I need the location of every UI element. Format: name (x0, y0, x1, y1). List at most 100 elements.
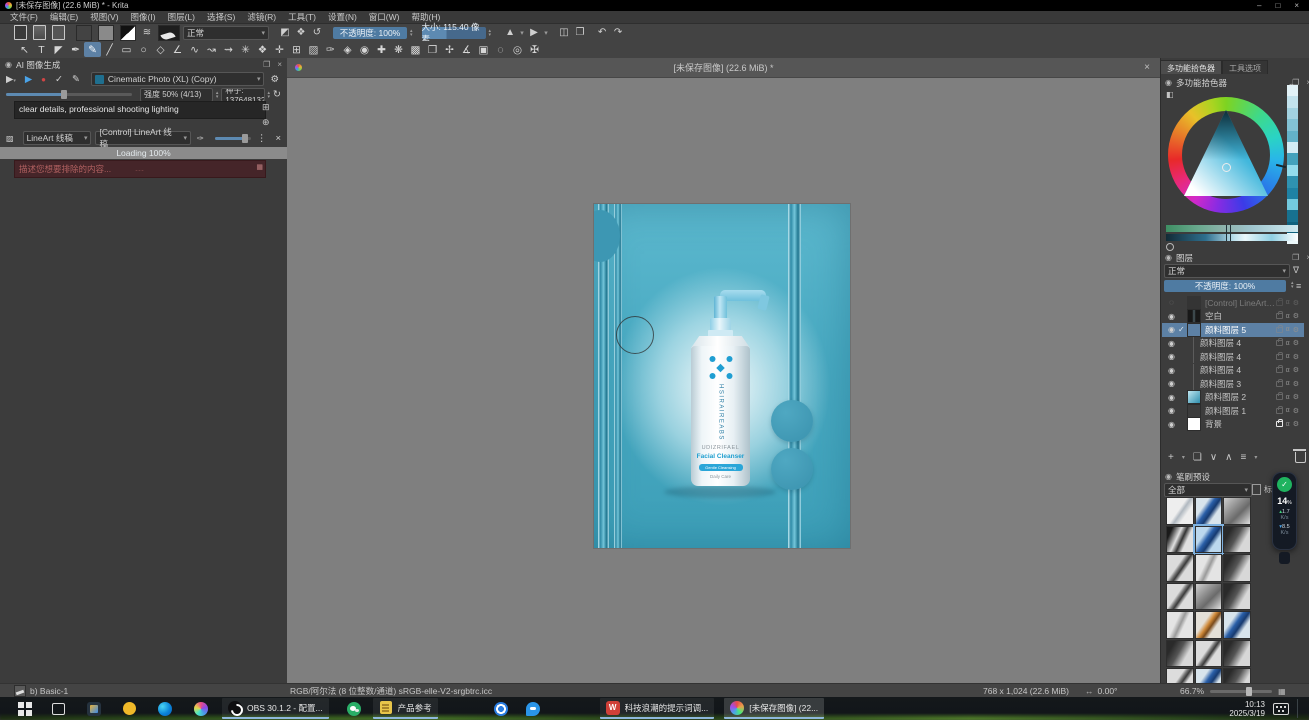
layer-row[interactable]: ◉ 空白 α ⚙ (1162, 310, 1304, 324)
brush-preset-cell[interactable] (1195, 554, 1223, 582)
inherit-alpha-icon[interactable]: α (1286, 421, 1290, 428)
toolbox-tool[interactable]: ❖ (254, 42, 271, 57)
layer-properties-gear-icon[interactable]: ⚙ (1293, 407, 1299, 415)
shade-swatch[interactable] (1287, 119, 1298, 130)
delete-layer-button[interactable] (1295, 452, 1306, 463)
tab-tool-options[interactable]: 工具选项 (1222, 60, 1268, 74)
menu-item[interactable]: 文件(F) (4, 11, 44, 23)
record-button[interactable]: ● (41, 75, 46, 84)
gradient-swatch[interactable] (76, 25, 92, 41)
lock-icon[interactable] (1276, 340, 1283, 346)
menu-item[interactable]: 滤镜(R) (241, 11, 282, 23)
reload-preset-icon[interactable]: ↺ (309, 27, 325, 38)
shade-swatch[interactable] (1287, 176, 1298, 187)
layer-thumbnail[interactable] (1187, 417, 1201, 431)
layer-properties-button[interactable]: ≡ (1240, 452, 1246, 463)
taskbar-item[interactable]: 科技浪潮的提示词调... (600, 698, 715, 719)
toolbox-tool[interactable]: ◎ (509, 42, 526, 57)
toolbox-tool[interactable]: ✠ (526, 42, 543, 57)
control-layer-select[interactable]: [Control] LineArt 线稿▾ (95, 131, 191, 145)
toolbox-tool[interactable]: ◈ (339, 42, 356, 57)
layer-name[interactable]: 颜料图层 4 (1200, 351, 1276, 363)
lock-icon[interactable] (1276, 381, 1283, 387)
toolbox-tool[interactable]: ◌ (492, 42, 509, 57)
toolbox-tool[interactable]: ✛ (271, 42, 288, 57)
menu-item[interactable]: 选择(S) (201, 11, 241, 23)
brush-preset-cell[interactable] (1195, 640, 1223, 668)
toolbox-tool[interactable]: ✑ (322, 42, 339, 57)
brush-preset-cell[interactable] (1195, 668, 1223, 683)
shade-column[interactable] (1287, 85, 1298, 244)
undo-icon[interactable]: ↶ (594, 27, 610, 38)
lock-icon[interactable] (1276, 313, 1283, 319)
taskbar-item[interactable] (119, 699, 140, 718)
wraparound-mode-icon[interactable]: ◫ (556, 27, 572, 38)
gradient-edit-icon[interactable]: ≋ (139, 27, 155, 38)
lock-icon[interactable] (1276, 394, 1283, 400)
add-layer-button[interactable]: + (1168, 452, 1174, 463)
inherit-alpha-icon[interactable]: α (1286, 353, 1290, 360)
layer-visibility-icon[interactable]: ◌ (1165, 298, 1178, 307)
brush-preset-cell[interactable] (1166, 583, 1194, 611)
prompt-input[interactable]: clear details, professional shooting lig… (14, 101, 266, 119)
brush-preset-cell[interactable] (1166, 554, 1194, 582)
mirror-vertical-icon[interactable]: ▶ (526, 27, 542, 38)
layer-name[interactable]: 颜料图层 4 (1200, 337, 1276, 349)
brush-preset-cell[interactable] (1223, 611, 1251, 639)
toolbox-tool[interactable]: ❋ (390, 42, 407, 57)
close-docker-icon[interactable]: × (277, 60, 282, 69)
brush-preset-cell[interactable] (1166, 668, 1194, 683)
strength-spinner[interactable]: ▴▾ (216, 91, 219, 99)
taskbar-item[interactable] (154, 699, 176, 718)
shade-swatch[interactable] (1287, 108, 1298, 119)
layer-row[interactable]: ◉ 颜料图层 2 α ⚙ (1162, 391, 1304, 405)
taskbar-clock[interactable]: 10:132025/3/19 (1229, 700, 1265, 718)
generate-lineart-icon[interactable]: ✑ (197, 134, 204, 143)
eraser-mode-icon[interactable]: ◩ (277, 27, 293, 38)
menu-item[interactable]: 窗口(W) (363, 11, 406, 23)
inherit-alpha-icon[interactable]: α (1286, 394, 1290, 401)
size-slider[interactable]: 大小: 115.40 像素 (422, 27, 486, 39)
layer-name[interactable]: 颜料图层 4 (1200, 364, 1276, 376)
toolbox-tool[interactable]: ▣ (475, 42, 492, 57)
layer-blend-mode-select[interactable]: 正常▾ (1164, 264, 1290, 278)
layer-visibility-icon[interactable]: ◉ (1165, 312, 1178, 321)
brush-preset-cell[interactable] (1195, 611, 1223, 639)
layer-name[interactable]: 颜料图层 3 (1200, 378, 1276, 390)
toolbox-tool[interactable]: ✎ (84, 42, 101, 57)
subwindow-close-icon[interactable]: × (1144, 62, 1160, 73)
toolbox-tool[interactable]: ↖ (16, 42, 33, 57)
layer-row[interactable]: ◉ ✓ 颜料图层 5 α ⚙ (1162, 323, 1304, 337)
lock-icon[interactable] (1276, 300, 1283, 306)
brush-preset-cell[interactable] (1223, 554, 1251, 582)
blend-mode-select[interactable]: 正常▾ (183, 26, 269, 40)
toolbox-tool[interactable]: ◤ (50, 42, 67, 57)
toolbox-tool[interactable]: ❐ (424, 42, 441, 57)
brush-preset-chip[interactable] (158, 25, 180, 41)
menu-item[interactable]: 编辑(E) (44, 11, 84, 23)
negative-prompt-input[interactable]: 描述您想要排除的内容... ˆˆˆ ▦ (14, 160, 266, 178)
toolbox-tool[interactable]: ⇝ (220, 42, 237, 57)
layer-name[interactable]: 空白 (1205, 310, 1276, 322)
rotation-icon[interactable]: ↔ (1085, 686, 1094, 696)
control-type-select[interactable]: LineArt 线稿▾ (23, 131, 92, 145)
toolbox-tool[interactable]: ✒ (67, 42, 84, 57)
taskbar-item[interactable] (83, 699, 105, 718)
toolbox-tool[interactable]: ✢ (441, 42, 458, 57)
chevron-down-icon[interactable]: ▾ (518, 29, 526, 37)
net-overlay-tab[interactable] (1279, 552, 1290, 564)
layer-thumbnail[interactable] (1187, 309, 1201, 323)
toolbox-tool[interactable]: ▨ (305, 42, 322, 57)
brush-preset-cell[interactable] (1166, 640, 1194, 668)
taskbar-item[interactable]: OBS 30.1.2 - 配置... (222, 698, 329, 719)
inherit-alpha-icon[interactable]: α (1286, 340, 1290, 347)
layer-row[interactable]: ◉ 颜料图层 4 α ⚙ (1162, 337, 1304, 351)
inherit-alpha-icon[interactable]: α (1286, 380, 1290, 387)
move-layer-up-button[interactable]: ∧ (1225, 452, 1232, 463)
layer-visibility-icon[interactable]: ◉ (1165, 406, 1178, 415)
layer-name[interactable]: 颜料图层 2 (1205, 391, 1276, 403)
taskbar-item[interactable] (522, 699, 544, 718)
lock-icon[interactable] (1276, 421, 1283, 427)
layer-visibility-icon[interactable]: ◉ (1165, 325, 1178, 334)
taskbar-item[interactable] (190, 699, 212, 718)
